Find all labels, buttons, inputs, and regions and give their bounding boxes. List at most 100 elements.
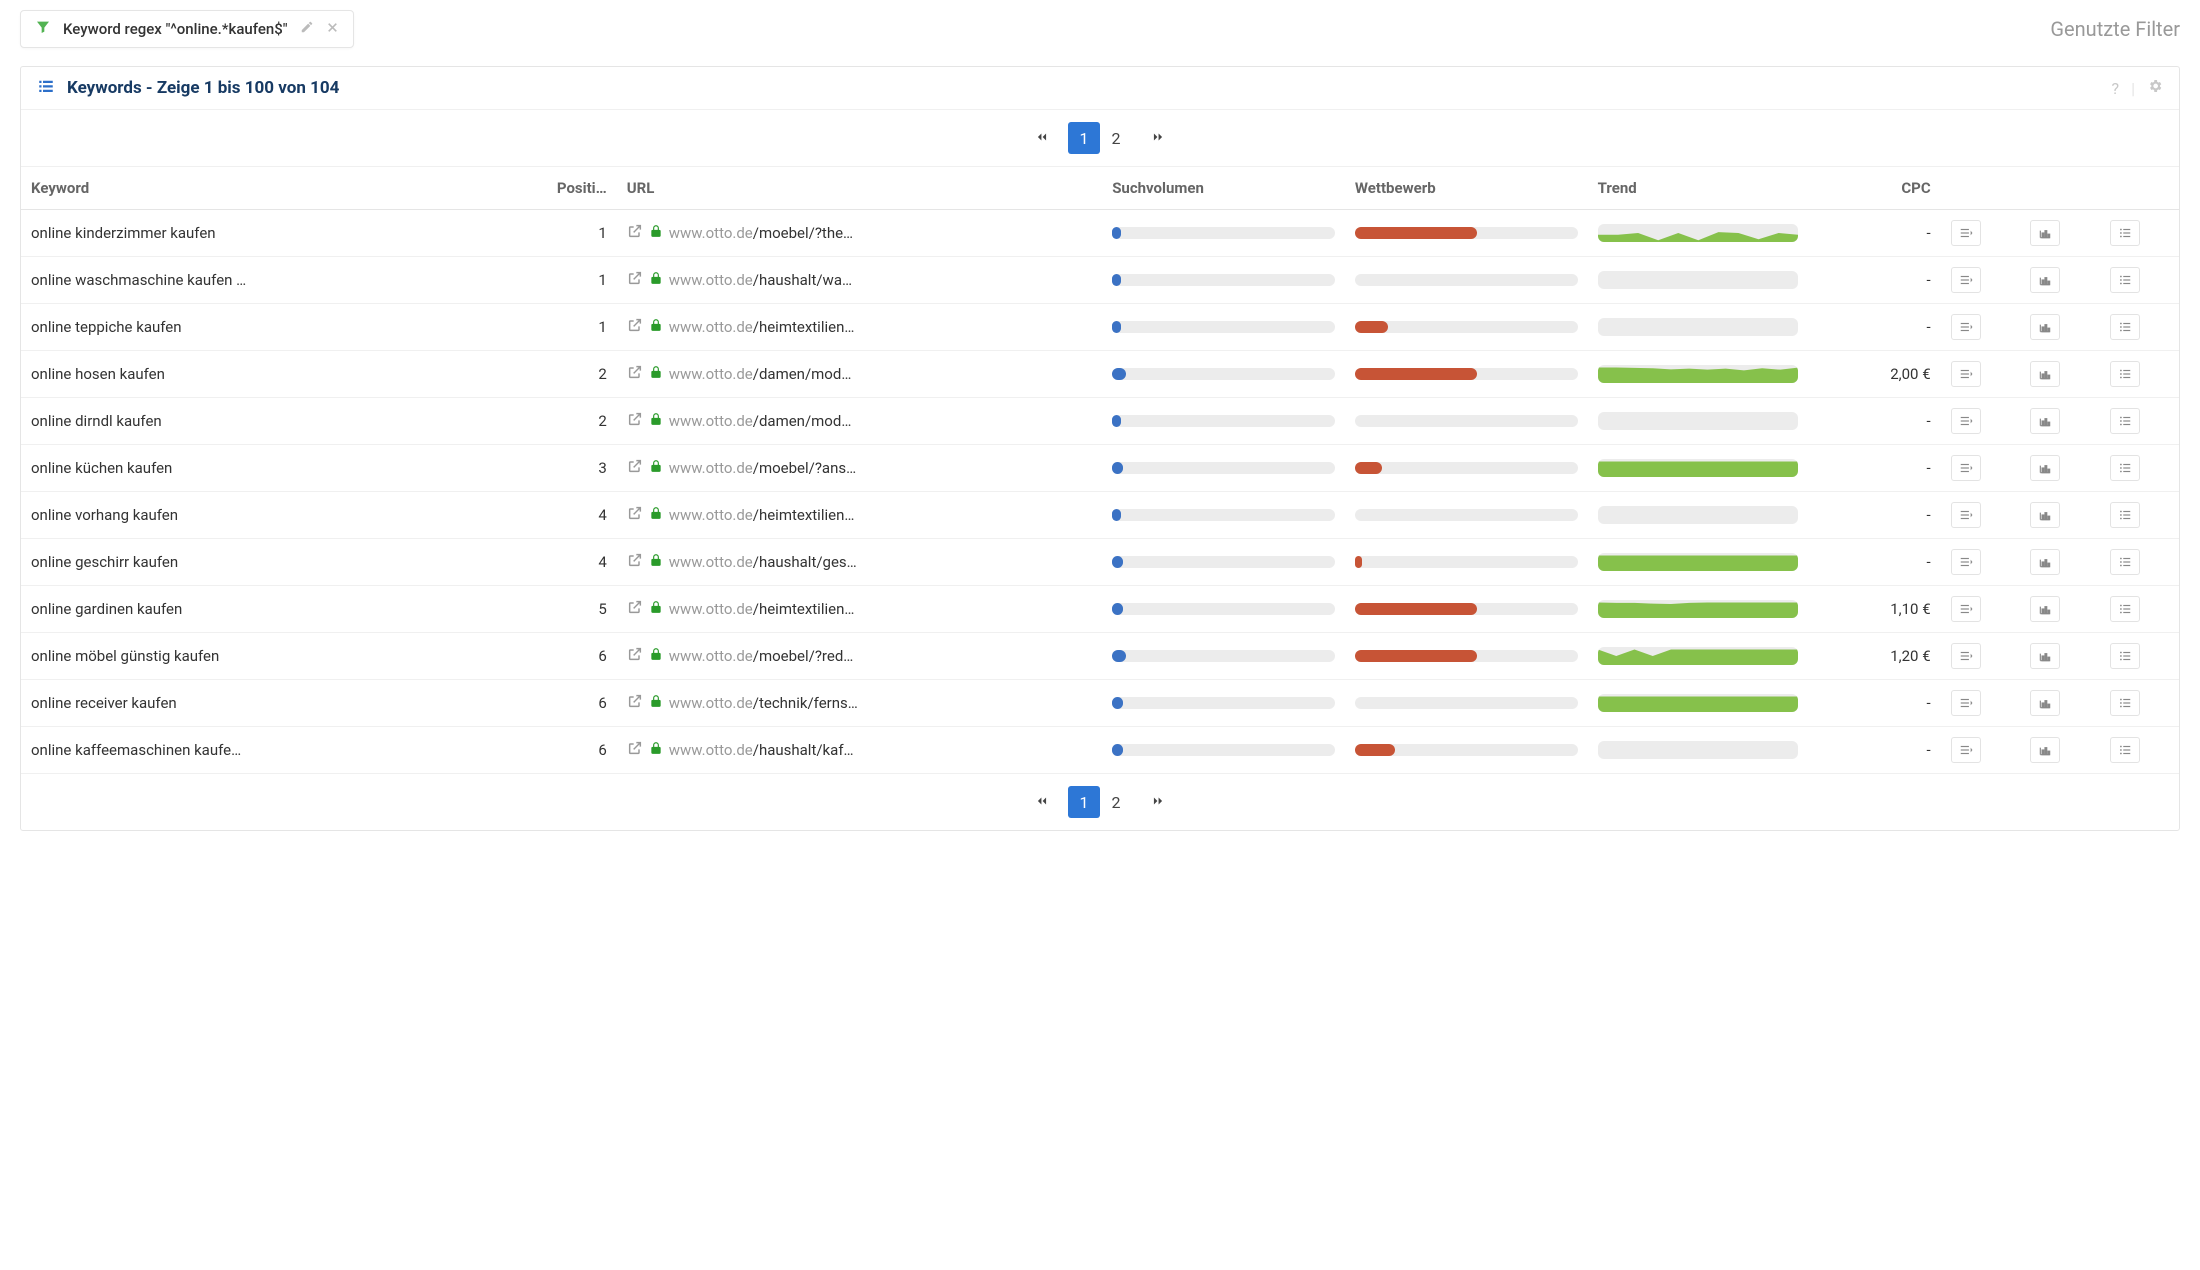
page-2[interactable]: 2: [1100, 786, 1132, 818]
action-chart[interactable]: [2020, 210, 2099, 257]
chart-icon[interactable]: [2030, 220, 2060, 246]
action-list[interactable]: [2100, 351, 2180, 398]
keyword-cell[interactable]: online kaffeemaschinen kaufe…: [21, 727, 484, 774]
chart-icon[interactable]: [2030, 643, 2060, 669]
action-chart[interactable]: [2020, 398, 2099, 445]
list-action-icon[interactable]: [2110, 502, 2140, 528]
url-cell[interactable]: www.otto.de/technik/ferns…: [617, 680, 1102, 727]
keyword-cell[interactable]: online teppiche kaufen: [21, 304, 484, 351]
action-details[interactable]: [1941, 257, 2020, 304]
details-icon[interactable]: [1951, 361, 1981, 387]
external-link-icon[interactable]: [627, 458, 643, 478]
url-cell[interactable]: www.otto.de/heimtextilien…: [617, 586, 1102, 633]
url-cell[interactable]: www.otto.de/heimtextilien…: [617, 492, 1102, 539]
action-details[interactable]: [1941, 492, 2020, 539]
url-cell[interactable]: www.otto.de/heimtextilien…: [617, 304, 1102, 351]
used-filters-link[interactable]: Genutzte Filter: [2050, 17, 2180, 41]
url-cell[interactable]: www.otto.de/moebel/?red…: [617, 633, 1102, 680]
url-cell[interactable]: www.otto.de/haushalt/kaf…: [617, 727, 1102, 774]
external-link-icon[interactable]: [627, 223, 643, 243]
action-details[interactable]: [1941, 633, 2020, 680]
external-link-icon[interactable]: [627, 599, 643, 619]
external-link-icon[interactable]: [627, 364, 643, 384]
chart-icon[interactable]: [2030, 502, 2060, 528]
pencil-icon[interactable]: [300, 20, 314, 38]
list-action-icon[interactable]: [2110, 549, 2140, 575]
action-details[interactable]: [1941, 304, 2020, 351]
chart-icon[interactable]: [2030, 455, 2060, 481]
details-icon[interactable]: [1951, 737, 1981, 763]
external-link-icon[interactable]: [627, 646, 643, 666]
action-details[interactable]: [1941, 351, 2020, 398]
details-icon[interactable]: [1951, 455, 1981, 481]
list-action-icon[interactable]: [2110, 267, 2140, 293]
col-position[interactable]: Positi…: [484, 167, 616, 210]
url-cell[interactable]: www.otto.de/moebel/?the…: [617, 210, 1102, 257]
action-chart[interactable]: [2020, 633, 2099, 680]
keyword-cell[interactable]: online möbel günstig kaufen: [21, 633, 484, 680]
list-action-icon[interactable]: [2110, 596, 2140, 622]
details-icon[interactable]: [1951, 220, 1981, 246]
action-list[interactable]: [2100, 633, 2180, 680]
action-chart[interactable]: [2020, 492, 2099, 539]
filter-chip[interactable]: Keyword regex "^online.*kaufen$": [20, 10, 354, 48]
help-icon[interactable]: ?: [2112, 79, 2120, 98]
url-cell[interactable]: www.otto.de/moebel/?ans…: [617, 445, 1102, 492]
external-link-icon[interactable]: [627, 317, 643, 337]
url-cell[interactable]: www.otto.de/haushalt/ges…: [617, 539, 1102, 586]
details-icon[interactable]: [1951, 314, 1981, 340]
external-link-icon[interactable]: [627, 505, 643, 525]
list-action-icon[interactable]: [2110, 220, 2140, 246]
list-action-icon[interactable]: [2110, 314, 2140, 340]
external-link-icon[interactable]: [627, 740, 643, 760]
details-icon[interactable]: [1951, 408, 1981, 434]
action-details[interactable]: [1941, 210, 2020, 257]
action-list[interactable]: [2100, 539, 2180, 586]
close-icon[interactable]: [326, 21, 339, 38]
list-action-icon[interactable]: [2110, 690, 2140, 716]
action-chart[interactable]: [2020, 586, 2099, 633]
action-list[interactable]: [2100, 445, 2180, 492]
url-cell[interactable]: www.otto.de/damen/mod…: [617, 351, 1102, 398]
page-last-icon[interactable]: [1150, 793, 1166, 812]
page-1[interactable]: 1: [1068, 122, 1100, 154]
action-details[interactable]: [1941, 445, 2020, 492]
action-details[interactable]: [1941, 586, 2020, 633]
details-icon[interactable]: [1951, 267, 1981, 293]
action-details[interactable]: [1941, 539, 2020, 586]
col-keyword[interactable]: Keyword: [21, 167, 484, 210]
page-2[interactable]: 2: [1100, 122, 1132, 154]
url-cell[interactable]: www.otto.de/haushalt/wa…: [617, 257, 1102, 304]
keyword-cell[interactable]: online gardinen kaufen: [21, 586, 484, 633]
url-cell[interactable]: www.otto.de/damen/mod…: [617, 398, 1102, 445]
col-volume[interactable]: Suchvolumen: [1102, 167, 1345, 210]
action-chart[interactable]: [2020, 727, 2099, 774]
action-chart[interactable]: [2020, 257, 2099, 304]
details-icon[interactable]: [1951, 596, 1981, 622]
chart-icon[interactable]: [2030, 596, 2060, 622]
details-icon[interactable]: [1951, 549, 1981, 575]
action-chart[interactable]: [2020, 351, 2099, 398]
external-link-icon[interactable]: [627, 693, 643, 713]
col-trend[interactable]: Trend: [1588, 167, 1809, 210]
page-first-icon[interactable]: [1034, 793, 1050, 812]
chart-icon[interactable]: [2030, 361, 2060, 387]
action-chart[interactable]: [2020, 445, 2099, 492]
details-icon[interactable]: [1951, 690, 1981, 716]
action-details[interactable]: [1941, 680, 2020, 727]
chart-icon[interactable]: [2030, 314, 2060, 340]
details-icon[interactable]: [1951, 643, 1981, 669]
chart-icon[interactable]: [2030, 737, 2060, 763]
page-last-icon[interactable]: [1150, 129, 1166, 148]
action-list[interactable]: [2100, 398, 2180, 445]
keyword-cell[interactable]: online kinderzimmer kaufen: [21, 210, 484, 257]
action-list[interactable]: [2100, 210, 2180, 257]
chart-icon[interactable]: [2030, 267, 2060, 293]
keyword-cell[interactable]: online geschirr kaufen: [21, 539, 484, 586]
list-action-icon[interactable]: [2110, 408, 2140, 434]
action-list[interactable]: [2100, 304, 2180, 351]
col-cpc[interactable]: CPC: [1808, 167, 1940, 210]
external-link-icon[interactable]: [627, 270, 643, 290]
keyword-cell[interactable]: online vorhang kaufen: [21, 492, 484, 539]
action-chart[interactable]: [2020, 539, 2099, 586]
